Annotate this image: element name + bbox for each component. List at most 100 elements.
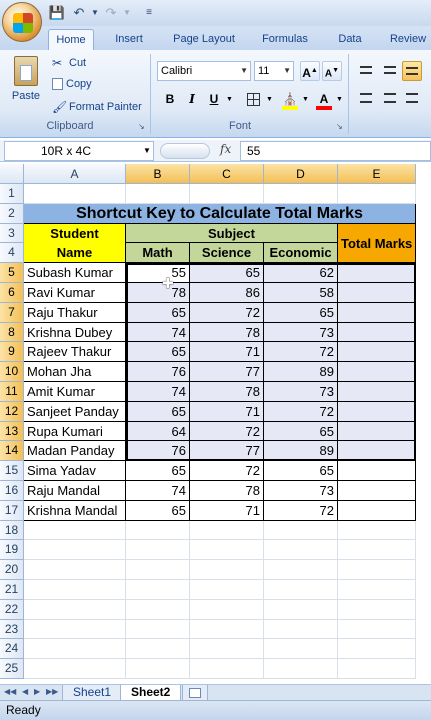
subject-math-header[interactable]: Math — [126, 243, 190, 264]
cell[interactable] — [24, 540, 126, 561]
cell[interactable] — [264, 580, 338, 600]
customize-qat-icon[interactable]: ≡ — [140, 4, 158, 22]
economic-mark-cell[interactable]: 89 — [264, 441, 338, 462]
office-button[interactable] — [2, 2, 42, 42]
total-marks-cell[interactable] — [338, 302, 416, 323]
math-mark-cell[interactable]: 74 — [126, 382, 190, 402]
next-sheet-icon[interactable]: ▶ — [34, 687, 40, 696]
align-left-button[interactable] — [356, 90, 376, 110]
cell[interactable] — [338, 184, 416, 204]
insert-function-button[interactable]: fx — [220, 142, 231, 156]
row-header-21[interactable]: 21 — [0, 580, 24, 600]
total-marks-cell[interactable] — [338, 263, 416, 283]
student-name-cell[interactable]: Rajeev Thakur — [24, 342, 126, 363]
science-mark-cell[interactable]: 71 — [190, 401, 264, 422]
row-header-4[interactable]: 4 — [0, 243, 24, 264]
total-marks-cell[interactable] — [338, 362, 416, 382]
total-marks-cell[interactable] — [338, 283, 416, 303]
sheet-tab-sheet1[interactable]: Sheet1 — [62, 685, 123, 701]
tab-insert[interactable]: Insert — [106, 29, 152, 50]
row-header-24[interactable]: 24 — [0, 639, 24, 660]
total-marks-cell[interactable] — [338, 382, 416, 402]
economic-mark-cell[interactable]: 73 — [264, 322, 338, 343]
column-header-d[interactable]: D — [264, 164, 338, 184]
grow-font-button[interactable]: A▲ — [300, 61, 320, 81]
science-mark-cell[interactable]: 72 — [190, 302, 264, 323]
row-header-3[interactable]: 3 — [0, 223, 24, 244]
formula-bar-splitter[interactable] — [160, 143, 210, 159]
row-header-11[interactable]: 11 — [0, 382, 24, 402]
borders-button[interactable] — [243, 90, 263, 110]
total-marks-header[interactable]: Total Marks — [338, 223, 416, 264]
worksheet-grid[interactable]: ABCDE 1 2 3 4 5 6 7 8 9 10 11 12 13 14 15 16 17 18 19 20 21 2… — [0, 164, 431, 684]
row-header-23[interactable]: 23 — [0, 619, 24, 640]
science-mark-cell[interactable]: 65 — [190, 263, 264, 283]
italic-button[interactable]: I — [182, 90, 202, 110]
cell[interactable] — [264, 540, 338, 561]
student-name-cell[interactable]: Amit Kumar — [24, 382, 126, 402]
student-name-cell[interactable]: Raju Mandal — [24, 481, 126, 501]
row-header-15[interactable]: 15 — [0, 461, 24, 481]
fill-color-button[interactable]: ⛪ — [280, 90, 300, 110]
student-name-cell[interactable]: Raju Thakur — [24, 302, 126, 323]
cell[interactable] — [338, 540, 416, 561]
student-name-cell[interactable]: Ravi Kumar — [24, 283, 126, 303]
tab-review[interactable]: Review — [384, 29, 431, 50]
row-header-13[interactable]: 13 — [0, 421, 24, 442]
tab-data[interactable]: Data — [330, 29, 370, 50]
math-mark-cell[interactable]: 74 — [126, 481, 190, 501]
cell[interactable] — [126, 580, 190, 600]
total-marks-cell[interactable] — [338, 401, 416, 422]
name-box-dropdown-icon[interactable]: ▼ — [143, 146, 151, 155]
select-all-corner[interactable] — [0, 164, 24, 184]
science-mark-cell[interactable]: 78 — [190, 382, 264, 402]
cell[interactable] — [190, 184, 264, 204]
cell[interactable] — [190, 599, 264, 620]
cell[interactable] — [264, 659, 338, 679]
insert-sheet-button[interactable] — [182, 685, 208, 701]
cell[interactable] — [264, 560, 338, 580]
font-launcher-icon[interactable]: ↘ — [336, 122, 343, 131]
cell[interactable] — [264, 599, 338, 620]
science-mark-cell[interactable]: 86 — [190, 283, 264, 303]
cell[interactable] — [24, 619, 126, 640]
economic-mark-cell[interactable]: 65 — [264, 302, 338, 323]
sheet-title-cell[interactable]: Shortcut Key to Calculate Total Marks — [24, 203, 416, 224]
cell[interactable] — [338, 619, 416, 640]
math-mark-cell[interactable]: 65 — [126, 401, 190, 422]
cell[interactable] — [190, 580, 264, 600]
science-mark-cell[interactable]: 71 — [190, 500, 264, 521]
clipboard-launcher-icon[interactable]: ↘ — [138, 122, 145, 131]
cell[interactable] — [126, 184, 190, 204]
cell[interactable] — [190, 540, 264, 561]
student-name-cell[interactable]: Mohan Jha — [24, 362, 126, 382]
cell[interactable] — [338, 599, 416, 620]
student-name-cell[interactable]: Sanjeet Panday — [24, 401, 126, 422]
total-marks-cell[interactable] — [338, 322, 416, 343]
math-mark-cell[interactable]: 65 — [126, 500, 190, 521]
cell[interactable] — [126, 619, 190, 640]
student-name-cell[interactable]: Rupa Kumari — [24, 421, 126, 442]
student-name-cell[interactable]: Krishna Mandal — [24, 500, 126, 521]
cell[interactable] — [264, 639, 338, 660]
font-size-select[interactable]: 11 ▼ — [254, 61, 294, 81]
sheet-tab-sheet2[interactable]: Sheet2 — [120, 685, 182, 701]
row-header-9[interactable]: 9 — [0, 342, 24, 363]
prev-sheet-icon[interactable]: ◀ — [22, 687, 28, 696]
subject-economic-header[interactable]: Economic — [264, 243, 338, 264]
economic-mark-cell[interactable]: 65 — [264, 461, 338, 481]
math-mark-cell[interactable]: 55 — [126, 263, 190, 283]
economic-mark-cell[interactable]: 72 — [264, 401, 338, 422]
column-header-b[interactable]: B — [126, 164, 190, 184]
redo-dropdown-icon[interactable]: ▼ — [118, 4, 136, 22]
cell[interactable] — [24, 639, 126, 660]
tab-formulas[interactable]: Formulas — [254, 29, 316, 50]
student-name-cell[interactable]: Sima Yadav — [24, 461, 126, 481]
cut-button[interactable]: ✂ Cut — [52, 56, 86, 70]
align-top-button[interactable] — [356, 61, 376, 81]
row-header-12[interactable]: 12 — [0, 401, 24, 422]
row-header-16[interactable]: 16 — [0, 481, 24, 501]
tab-page-layout[interactable]: Page Layout — [166, 29, 242, 50]
cell[interactable] — [24, 659, 126, 679]
total-marks-cell[interactable] — [338, 342, 416, 363]
